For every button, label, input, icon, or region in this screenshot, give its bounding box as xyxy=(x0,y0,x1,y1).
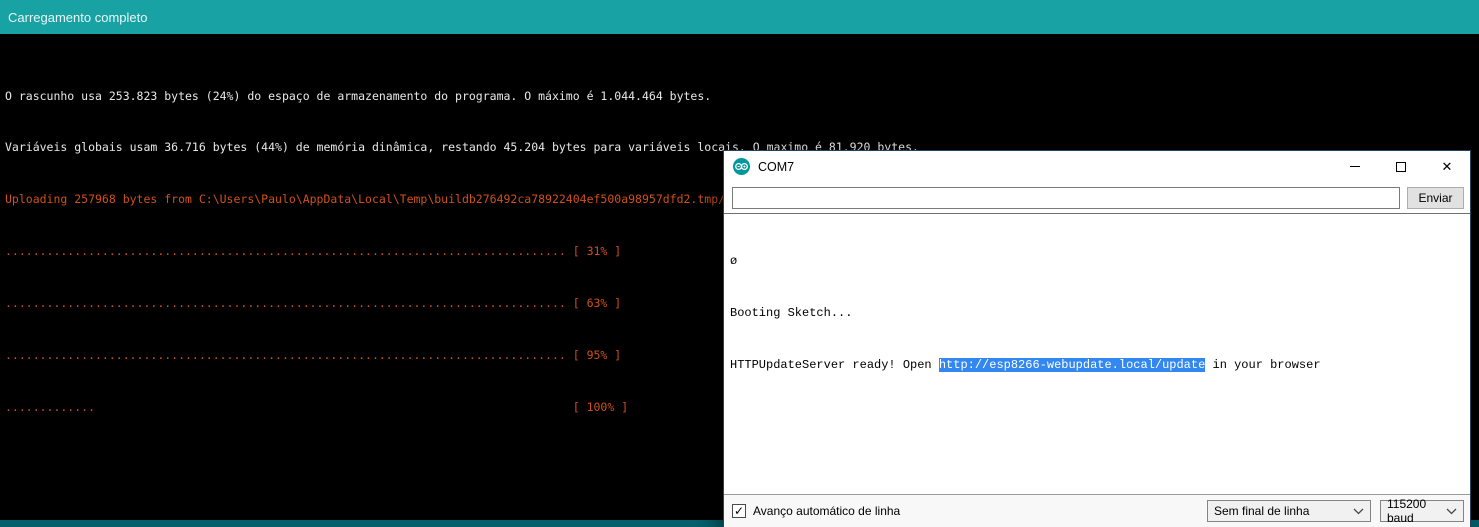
close-button[interactable]: ✕ xyxy=(1424,151,1470,182)
window-controls: ✕ xyxy=(1332,151,1470,182)
serial-output-line: Booting Sketch... xyxy=(730,305,1464,322)
baud-rate-value: 115200 baud xyxy=(1387,497,1446,525)
checkmark-icon: ✓ xyxy=(734,505,744,517)
chevron-down-icon xyxy=(1353,508,1364,515)
line-ending-select[interactable]: Sem final de linha xyxy=(1207,500,1371,522)
autoscroll-checkbox[interactable]: ✓ xyxy=(732,504,746,518)
baud-rate-select[interactable]: 115200 baud xyxy=(1380,500,1464,522)
serial-output-line: HTTPUpdateServer ready! Open http://esp8… xyxy=(730,357,1464,374)
serial-monitor-bottombar: ✓ Avanço automático de linha Sem final d… xyxy=(724,494,1470,527)
serial-output-area[interactable]: ø Booting Sketch... HTTPUpdateServer rea… xyxy=(724,213,1470,494)
serial-output-text: HTTPUpdateServer ready! Open xyxy=(730,358,939,372)
arduino-logo-icon xyxy=(733,158,750,175)
maximize-button[interactable] xyxy=(1378,151,1424,182)
maximize-icon xyxy=(1396,162,1406,172)
line-ending-value: Sem final de linha xyxy=(1214,504,1309,518)
autoscroll-label: Avanço automático de linha xyxy=(753,504,900,518)
ide-status-message: Carregamento completo xyxy=(8,10,147,25)
send-button[interactable]: Enviar xyxy=(1407,187,1464,209)
serial-output-line: ø xyxy=(730,253,1464,270)
serial-monitor-titlebar[interactable]: COM7 ✕ xyxy=(724,151,1470,182)
selected-url-text: http://esp8266-webupdate.local/update xyxy=(939,358,1205,372)
window-title: COM7 xyxy=(758,160,794,174)
serial-input-row: Enviar xyxy=(724,182,1470,213)
ide-status-bar: Carregamento completo xyxy=(0,0,1479,34)
minimize-button[interactable] xyxy=(1332,151,1378,182)
minimize-icon xyxy=(1350,166,1360,167)
close-icon: ✕ xyxy=(1442,160,1453,173)
serial-monitor-window: COM7 ✕ Enviar ø Booting Sketch... HTTPUp… xyxy=(723,150,1471,527)
serial-send-input[interactable] xyxy=(732,187,1400,209)
chevron-down-icon xyxy=(1446,508,1457,515)
console-sketch-size-line: O rascunho usa 253.823 bytes (24%) do es… xyxy=(5,88,1479,105)
serial-output-text: in your browser xyxy=(1205,358,1320,372)
